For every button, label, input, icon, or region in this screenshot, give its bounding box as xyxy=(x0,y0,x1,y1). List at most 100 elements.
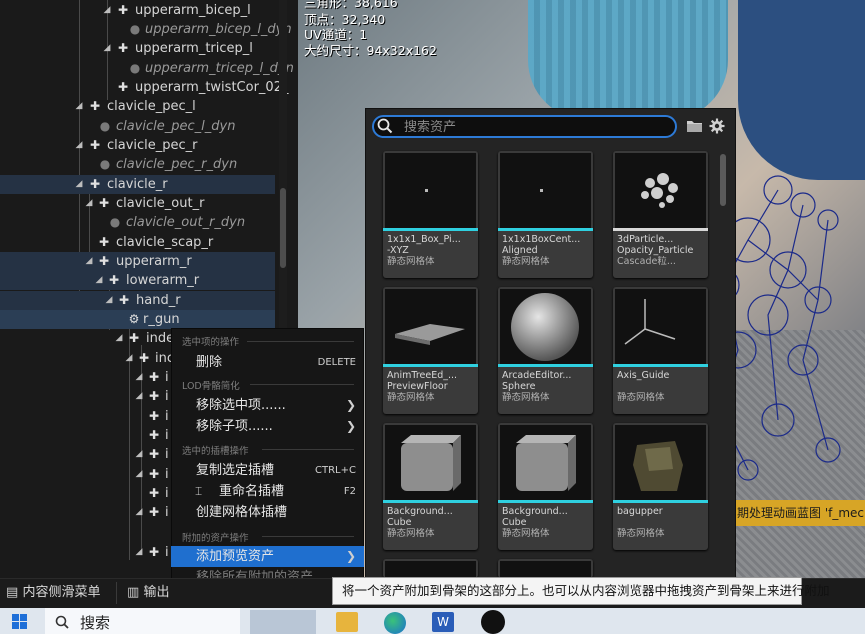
asset-thumbnail xyxy=(615,153,706,228)
tree-row[interactable]: ◢ ✚ clavicle_pec_l xyxy=(0,97,275,116)
asset-tile[interactable]: Background... Cube 静态网格体 xyxy=(498,423,593,550)
tree-row[interactable]: ● upperarm_bicep_l_dyn xyxy=(0,20,292,39)
asset-thumbnail xyxy=(615,289,706,364)
menu-item-remove-children[interactable]: 移除子项...... ❯ xyxy=(171,416,364,437)
taskbar-news-widget[interactable] xyxy=(250,610,316,634)
tree-row[interactable]: ◢ ✚ upperarm_bicep_l xyxy=(0,1,275,20)
asset-type: 静态网格体 xyxy=(502,392,550,403)
asset-tile[interactable] xyxy=(383,559,478,578)
chevron-right-icon: ❯ xyxy=(345,398,356,412)
asset-tile[interactable]: 3dParticle... Opacity_Particle Cascade粒.… xyxy=(613,151,708,278)
asset-name-line2: Opacity_Particle xyxy=(617,245,694,256)
asset-name-line2: Aligned xyxy=(502,245,538,256)
asset-type: 静态网格体 xyxy=(502,256,550,267)
menu-item-copy-socket[interactable]: 复制选定插槽 CTRL+C xyxy=(171,460,364,481)
asset-tile[interactable]: Background... Cube 静态网格体 xyxy=(383,423,478,550)
asset-tile[interactable]: Axis_Guide 静态网格体 xyxy=(613,287,708,414)
asset-name-line2: -XYZ xyxy=(387,245,409,256)
asset-type-bar xyxy=(613,364,708,367)
stat-approx-size: 大约尺寸：94x32x162 xyxy=(304,43,437,58)
tree-row[interactable]: ◢ ✚ clavicle_pec_r xyxy=(0,136,275,155)
tab-content-drawer[interactable]: ▤ 内容侧滑菜单 xyxy=(6,580,100,606)
asset-tile[interactable]: ArcadeEditor... Sphere 静态网格体 xyxy=(498,287,593,414)
asset-name-line2: Sphere xyxy=(502,381,536,392)
asset-name: Background... xyxy=(502,506,568,517)
cube-thumbnail-icon xyxy=(516,435,576,491)
tab-label: 输出 xyxy=(143,585,170,600)
tree-row[interactable]: ◢ ✚ upperarm_r xyxy=(0,252,275,271)
asset-tile[interactable]: 1x1x1BoxCent... Aligned 静态网格体 xyxy=(498,151,593,278)
asset-type-bar xyxy=(498,500,593,503)
asset-name-line2: Cube xyxy=(387,517,412,528)
asset-thumbnail xyxy=(500,561,591,578)
asset-type: 静态网格体 xyxy=(387,528,435,539)
asset-name: bagupper xyxy=(617,506,663,517)
asset-name: 1x1x1BoxCent... xyxy=(502,234,581,245)
taskbar-search-box[interactable] xyxy=(45,608,240,634)
menu-item-delete[interactable]: 删除 DELETE xyxy=(171,352,364,373)
asset-thumbnail xyxy=(385,289,476,364)
tree-row[interactable]: ◢ ✚ clavicle_out_r xyxy=(0,194,275,213)
asset-name: ArcadeEditor... xyxy=(502,370,572,381)
tree-row[interactable]: ✚ clavicle_scap_r xyxy=(0,233,275,252)
tree-row[interactable]: ● clavicle_pec_l_dyn xyxy=(0,117,275,136)
windows-start-icon[interactable] xyxy=(12,614,28,634)
tree-row[interactable]: ◢ ✚ clavicle_r xyxy=(0,175,275,194)
asset-grid-scrollbar[interactable] xyxy=(719,152,727,572)
asset-thumbnail xyxy=(500,153,591,228)
file-explorer-icon[interactable] xyxy=(336,612,358,632)
cube-thumbnail-icon xyxy=(401,435,461,491)
word-icon[interactable]: W xyxy=(432,612,454,632)
tree-row[interactable]: ● clavicle_out_r_dyn xyxy=(0,213,275,232)
unreal-engine-icon[interactable] xyxy=(481,610,505,634)
tree-row[interactable]: ◢ ✚ hand_r xyxy=(0,291,275,310)
output-log-icon: ▥ xyxy=(127,585,140,600)
asset-search-box[interactable] xyxy=(372,115,677,138)
asset-name: 1x1x1_Box_Pi... xyxy=(387,234,461,245)
tree-row-selected[interactable]: ⚙ r_gun xyxy=(0,310,275,329)
asset-tile[interactable]: AnimTreeEd_... PreviewFloor 静态网格体 xyxy=(383,287,478,414)
asset-thumbnail xyxy=(385,561,476,578)
tree-row[interactable]: ● clavicle_pec_r_dyn xyxy=(0,155,275,174)
tree-row[interactable]: ✚ upperarm_twistCor_02_ xyxy=(0,78,289,97)
menu-divider xyxy=(250,384,354,385)
menu-item-remove-selected[interactable]: 移除选中项...... ❯ xyxy=(171,395,364,416)
menu-divider xyxy=(262,536,354,537)
taskbar-search-icon xyxy=(55,615,69,629)
asset-tile[interactable]: bagupper 静态网格体 xyxy=(613,423,708,550)
particle-thumbnail-icon xyxy=(641,173,678,208)
asset-search-input[interactable] xyxy=(402,118,666,137)
tree-row[interactable]: ● upperarm_tricep_l_dyn xyxy=(0,59,294,78)
menu-section-header: 选中项的操作 xyxy=(182,337,240,348)
tree-row[interactable]: ◢ ✚ lowerarm_r xyxy=(0,271,275,290)
menu-divider xyxy=(247,341,354,342)
asset-type-bar xyxy=(383,228,478,231)
asset-grid-scrollbar-thumb[interactable] xyxy=(720,154,726,206)
tab-output-log[interactable]: ▥ 输出 xyxy=(127,580,169,606)
asset-name: Axis_Guide xyxy=(617,370,670,381)
menu-section-header: 选中的插槽操作 xyxy=(182,446,249,457)
folder-icon[interactable] xyxy=(686,119,703,133)
gear-icon[interactable] xyxy=(709,118,725,134)
asset-thumbnail xyxy=(500,425,591,500)
asset-type-bar xyxy=(383,364,478,367)
asset-tile[interactable]: 1x1x1_Box_Pi... -XYZ 静态网格体 xyxy=(383,151,478,278)
asset-type: 静态网格体 xyxy=(387,256,435,267)
tree-scrollbar-thumb[interactable] xyxy=(280,188,286,268)
asset-name-line2: PreviewFloor xyxy=(387,381,448,392)
menu-item-add-preview-asset[interactable]: 添加预览资产 ❯ xyxy=(171,546,364,567)
bag-thumbnail-icon xyxy=(633,441,683,491)
axis-thumbnail-icon xyxy=(624,299,676,345)
edge-browser-icon[interactable] xyxy=(384,612,406,634)
asset-type: 静态网格体 xyxy=(617,392,665,403)
menu-item-create-mesh-socket[interactable]: 创建网格体插槽 xyxy=(171,502,364,523)
asset-name: AnimTreeEd_... xyxy=(387,370,458,381)
drawer-divider xyxy=(116,582,117,604)
content-drawer-icon: ▤ xyxy=(6,585,19,600)
chevron-right-icon: ❯ xyxy=(345,549,356,563)
tree-row[interactable]: ◢ ✚ upperarm_tricep_l xyxy=(0,39,275,58)
asset-type-bar xyxy=(383,500,478,503)
menu-item-rename-socket[interactable]: ⌶ 重命名插槽 F2 xyxy=(171,481,364,502)
asset-type: 静态网格体 xyxy=(502,528,550,539)
asset-tile[interactable] xyxy=(498,559,593,578)
